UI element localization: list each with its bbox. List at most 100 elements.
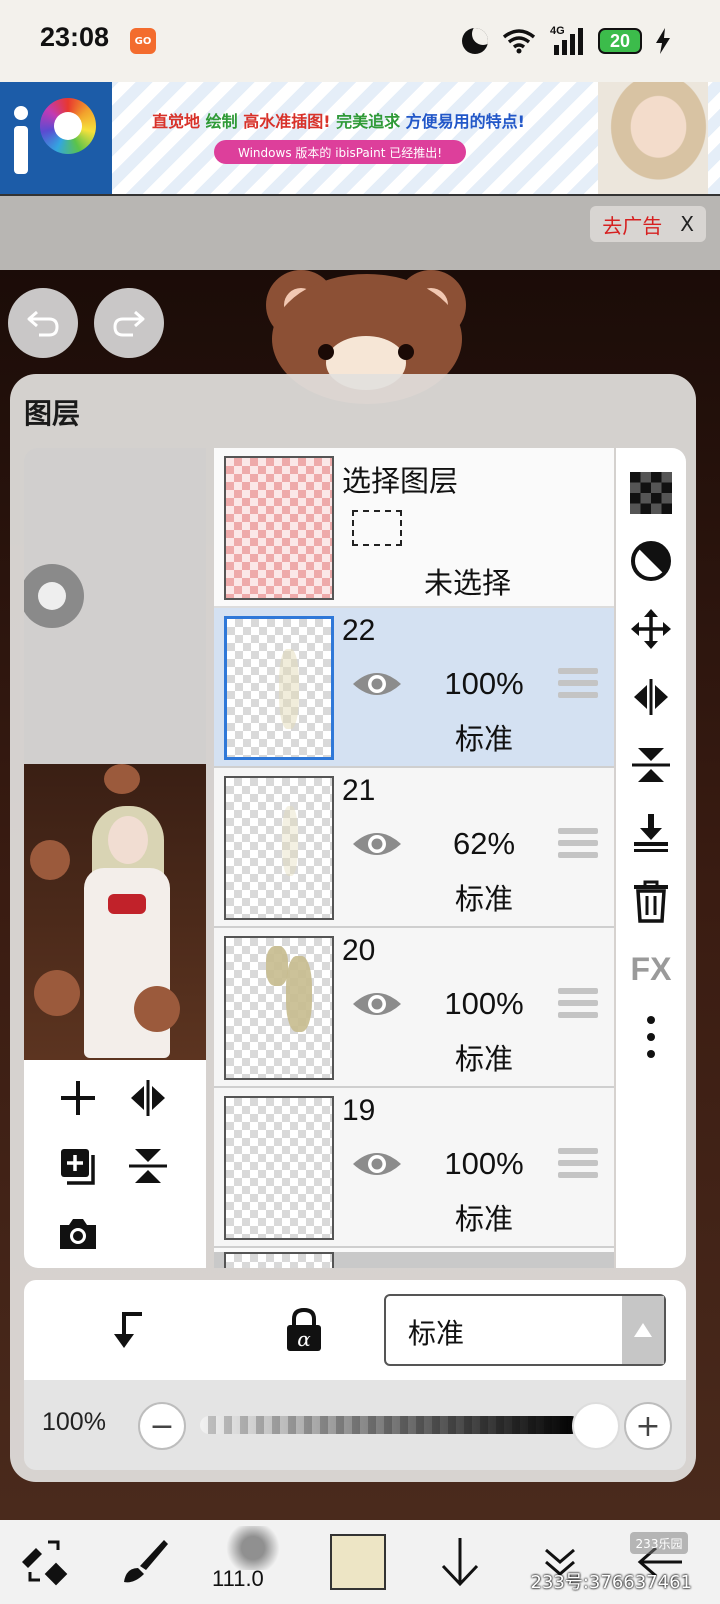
opacity-label: 100%: [42, 1408, 106, 1436]
opacity-slider-knob[interactable]: [572, 1402, 620, 1450]
canvas-bear-eye: [398, 344, 414, 360]
move-button[interactable]: [624, 602, 678, 656]
ad-headline-part: 高水准插图!: [243, 112, 331, 131]
status-right: 4G 20: [462, 24, 670, 58]
layer-actions-left: [24, 1060, 206, 1268]
eye-icon[interactable]: [350, 1144, 404, 1184]
eye-icon[interactable]: [350, 984, 404, 1024]
layer-row[interactable]: 20 100% 标准: [214, 928, 614, 1088]
move-icon: [631, 609, 671, 649]
canvas-bear-eye: [318, 344, 334, 360]
remove-ad-label: 去广告: [602, 213, 663, 238]
layer-opacity: 62%: [452, 826, 516, 861]
clipping-arrow-icon: [114, 1312, 142, 1348]
opacity-slider-track[interactable]: [200, 1416, 580, 1434]
selection-layer-thumbnail: [224, 456, 334, 600]
layer-list[interactable]: 选择图层 未选择 22 100% 标准 21 62% 标准 20 100% 标准…: [214, 448, 614, 1268]
ad-subline: Windows 版本的 ibisPaint 已经推出!: [214, 140, 467, 164]
layer-blend-mode: 标准: [454, 722, 513, 756]
status-time: 23:08: [40, 22, 110, 52]
logo-color-wheel: [40, 98, 96, 154]
layer-row[interactable]: 21 62% 标准: [214, 768, 614, 928]
duplicate-layer-button[interactable]: [50, 1138, 106, 1194]
panel-title: 图层: [24, 397, 81, 430]
more-button[interactable]: [624, 1010, 678, 1064]
flip-horizontal-button[interactable]: [120, 1070, 176, 1126]
wifi-icon: [502, 29, 536, 54]
layer-number: 19: [342, 1094, 376, 1127]
opacity-decrease-button[interactable]: −: [138, 1402, 186, 1450]
dropdown-arrow-icon[interactable]: [622, 1296, 664, 1364]
selection-layer-row[interactable]: 选择图层 未选择: [214, 448, 614, 608]
blend-mode-select[interactable]: 标准: [384, 1294, 666, 1366]
flip-vertical-button[interactable]: [120, 1138, 176, 1194]
thumb-face: [108, 816, 148, 864]
redo-button[interactable]: [94, 288, 164, 358]
camera-icon: [60, 1219, 96, 1249]
trash-icon: [634, 880, 668, 923]
brush-tool-button[interactable]: [112, 1530, 176, 1594]
ad-headline: 直觉地 绘制 高水准插图! 完美追求 方便易用的特点!: [152, 108, 525, 132]
transparency-button[interactable]: [624, 466, 678, 520]
layer-down-button[interactable]: [428, 1530, 492, 1594]
layer-blend-mode: 标准: [454, 1202, 513, 1236]
thumb-bow: [108, 894, 146, 914]
signal-icon: 4G: [550, 25, 584, 55]
current-color-swatch[interactable]: [330, 1534, 386, 1590]
add-layer-button[interactable]: [50, 1070, 106, 1126]
ad-headline-part: 方便易用的特点!: [405, 112, 525, 131]
layer-row-partial[interactable]: [214, 1252, 614, 1268]
layer-thumbnail: [224, 936, 334, 1080]
lock-alpha-icon: α: [287, 1307, 321, 1351]
close-ad-icon[interactable]: X: [680, 212, 694, 236]
charging-icon: [656, 28, 670, 54]
delete-layer-button[interactable]: [624, 874, 678, 928]
svg-text:α: α: [297, 1327, 311, 1351]
eye-icon[interactable]: [350, 664, 404, 704]
undo-icon: [27, 310, 59, 337]
eye-icon[interactable]: [350, 824, 404, 864]
undo-button[interactable]: [8, 288, 78, 358]
layer-opacity: 100%: [444, 986, 524, 1021]
panel-resize-handle[interactable]: [24, 564, 84, 628]
flip-horizontal-right-button[interactable]: [624, 670, 678, 724]
battery-indicator: 20: [598, 28, 642, 54]
flip-vertical-right-button[interactable]: [624, 738, 678, 792]
merge-down-button[interactable]: [624, 806, 678, 860]
drag-handle-icon[interactable]: [558, 668, 598, 702]
drag-handle-icon[interactable]: [558, 828, 598, 862]
app-notification-icon: GO: [130, 28, 156, 54]
ad-banner[interactable]: 直觉地 绘制 高水准插图! 完美追求 方便易用的特点! Windows 版本的 …: [0, 82, 720, 194]
layer-thumbnail: [224, 616, 334, 760]
tool-swap-icon: [22, 1540, 68, 1586]
ibispaint-logo: [0, 82, 112, 194]
merge-down-icon: [634, 814, 668, 852]
camera-button[interactable]: [50, 1206, 106, 1262]
clipping-button[interactable]: [96, 1300, 156, 1360]
tool-swap-button[interactable]: [12, 1530, 76, 1594]
add-layer-icon: [61, 1081, 95, 1115]
lock-alpha-button[interactable]: α: [274, 1300, 334, 1360]
duplicate-layer-icon: [61, 1149, 95, 1185]
selection-marquee-icon: [352, 510, 402, 546]
thumb-stroke: [282, 806, 298, 876]
layer-blend-mode: 标准: [454, 882, 513, 916]
drag-handle-icon[interactable]: [558, 988, 598, 1022]
fx-button[interactable]: FX: [624, 942, 678, 996]
remove-ad-button[interactable]: 去广告 X: [590, 206, 706, 242]
layer-panel: 图层 选择图层 未选择 22 100% 标准 21 62% 标准 20 100%…: [10, 374, 696, 1482]
clip-icon: [631, 541, 671, 581]
plus-icon: +: [635, 1408, 661, 1444]
drag-handle-icon[interactable]: [558, 1148, 598, 1182]
layer-row[interactable]: 19 100% 标准: [214, 1088, 614, 1248]
flip-horizontal-icon: [131, 1080, 165, 1116]
layer-number: 21: [342, 774, 376, 807]
layer-blend-controls: α 标准: [24, 1280, 686, 1380]
brush-size-label[interactable]: 111.0: [212, 1566, 264, 1592]
brush-preview-icon[interactable]: [222, 1526, 284, 1570]
layer-row[interactable]: 22 100% 标准: [214, 608, 614, 768]
clip-button[interactable]: [624, 534, 678, 588]
opacity-increase-button[interactable]: +: [624, 1402, 672, 1450]
layer-blend-mode: 标准: [454, 1042, 513, 1076]
canvas-thumbnail[interactable]: [24, 764, 206, 1060]
